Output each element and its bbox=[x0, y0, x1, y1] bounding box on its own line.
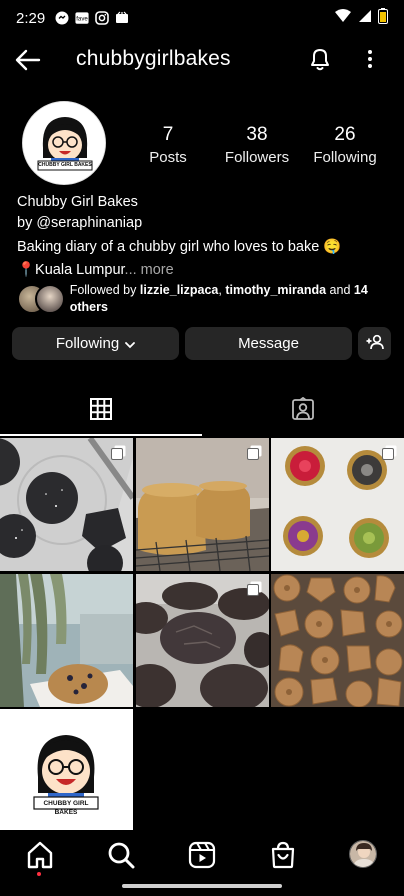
following-label: Following bbox=[313, 149, 377, 166]
home-icon[interactable] bbox=[25, 840, 55, 870]
notification-bell-icon[interactable] bbox=[306, 45, 334, 73]
profile-tabs bbox=[0, 386, 404, 436]
multiple-photos-icon bbox=[111, 445, 126, 460]
following-button[interactable]: Following bbox=[12, 327, 179, 360]
more-options-icon[interactable] bbox=[356, 45, 384, 73]
profile-avatar-large[interactable]: CHUBBY GIRL BAKES bbox=[22, 101, 106, 185]
location-text: 📍Kuala Lumpur bbox=[17, 262, 125, 278]
shop-icon[interactable] bbox=[268, 840, 298, 870]
stat-following[interactable]: 26 Following bbox=[305, 124, 385, 166]
profile-username: chubbygirlbakes bbox=[76, 47, 231, 70]
post-thumbnail-2[interactable] bbox=[135, 438, 269, 571]
stat-followers[interactable]: 38 Followers bbox=[217, 124, 297, 166]
fave-notification-icon: fave bbox=[75, 11, 89, 25]
bio-location-line: 📍Kuala Lumpur... more bbox=[17, 260, 387, 281]
followed-by-row[interactable]: Followed by lizzie_lizpaca, timothy_mira… bbox=[17, 282, 387, 316]
post-7-caption: CHUBBY GIRL BAKES bbox=[43, 800, 89, 816]
followed-by-text: Followed by lizzie_lizpaca, timothy_mira… bbox=[64, 282, 387, 316]
signal-icon bbox=[358, 9, 372, 27]
message-button-label: Message bbox=[238, 335, 299, 352]
message-button[interactable]: Message bbox=[185, 327, 352, 360]
multiple-photos-icon bbox=[246, 445, 262, 460]
bottom-navigation bbox=[0, 830, 404, 882]
active-tab-indicator bbox=[0, 434, 202, 436]
search-icon[interactable] bbox=[106, 840, 136, 870]
multiple-photos-icon bbox=[246, 581, 262, 596]
app-notification-icon bbox=[115, 11, 129, 25]
tab-posts-grid[interactable] bbox=[0, 386, 202, 436]
battery-icon bbox=[378, 8, 388, 28]
post-thumbnail-5[interactable] bbox=[135, 573, 269, 707]
svg-text:fave: fave bbox=[76, 16, 88, 23]
post-thumbnail-4[interactable] bbox=[0, 573, 133, 707]
bio-more-link[interactable]: ... more bbox=[125, 262, 174, 278]
wifi-icon bbox=[334, 9, 352, 27]
home-notification-dot bbox=[37, 872, 41, 876]
messenger-notification-icon bbox=[55, 11, 69, 25]
post-thumbnail-6[interactable] bbox=[271, 573, 404, 707]
followed-user-2[interactable]: timothy_miranda bbox=[225, 283, 326, 297]
mutual-avatar-2 bbox=[35, 284, 65, 314]
mutual-avatars bbox=[17, 284, 65, 314]
followers-count: 38 bbox=[246, 124, 268, 145]
grid-icon bbox=[90, 397, 112, 425]
by-line[interactable]: by @seraphinaniap bbox=[17, 213, 387, 234]
chevron-down-icon bbox=[125, 336, 136, 353]
instagram-notification-icon bbox=[95, 11, 110, 25]
followers-label: Followers bbox=[224, 149, 290, 166]
multiple-photos-icon bbox=[382, 445, 397, 460]
posts-label: Posts bbox=[149, 149, 187, 166]
post-thumbnail-7[interactable]: CHUBBY GIRL BAKES bbox=[0, 709, 133, 842]
profile-avatar[interactable] bbox=[349, 840, 377, 868]
status-bar: 2:29 fave bbox=[0, 0, 404, 36]
back-arrow-icon[interactable] bbox=[14, 46, 42, 74]
following-button-label: Following bbox=[55, 335, 120, 352]
post-thumbnail-3[interactable] bbox=[271, 438, 404, 571]
stat-posts[interactable]: 7 Posts bbox=[128, 124, 208, 166]
status-time: 2:29 bbox=[16, 9, 46, 27]
followed-user-1[interactable]: lizzie_lizpaca bbox=[140, 283, 219, 297]
followed-suffix: and bbox=[326, 283, 354, 297]
post-thumbnail-1[interactable] bbox=[0, 438, 133, 571]
profile-bio: Chubby Girl Bakes by @seraphinaniap Baki… bbox=[17, 192, 387, 281]
display-name: Chubby Girl Bakes bbox=[17, 194, 138, 210]
tab-tagged[interactable] bbox=[202, 386, 404, 436]
avatar-caption: CHUBBY GIRL BAKES bbox=[38, 162, 92, 168]
profile-top-bar: chubbygirlbakes bbox=[0, 38, 404, 82]
tagged-icon bbox=[291, 396, 315, 426]
followed-prefix: Followed by bbox=[69, 283, 140, 297]
reels-icon[interactable] bbox=[187, 840, 217, 870]
add-user-icon bbox=[366, 334, 384, 354]
gesture-bar[interactable] bbox=[122, 884, 282, 888]
following-count: 26 bbox=[334, 124, 356, 145]
posts-count: 7 bbox=[162, 124, 174, 145]
suggested-users-button[interactable] bbox=[358, 327, 391, 360]
bio-text: Baking diary of a chubby girl who loves … bbox=[17, 239, 342, 255]
